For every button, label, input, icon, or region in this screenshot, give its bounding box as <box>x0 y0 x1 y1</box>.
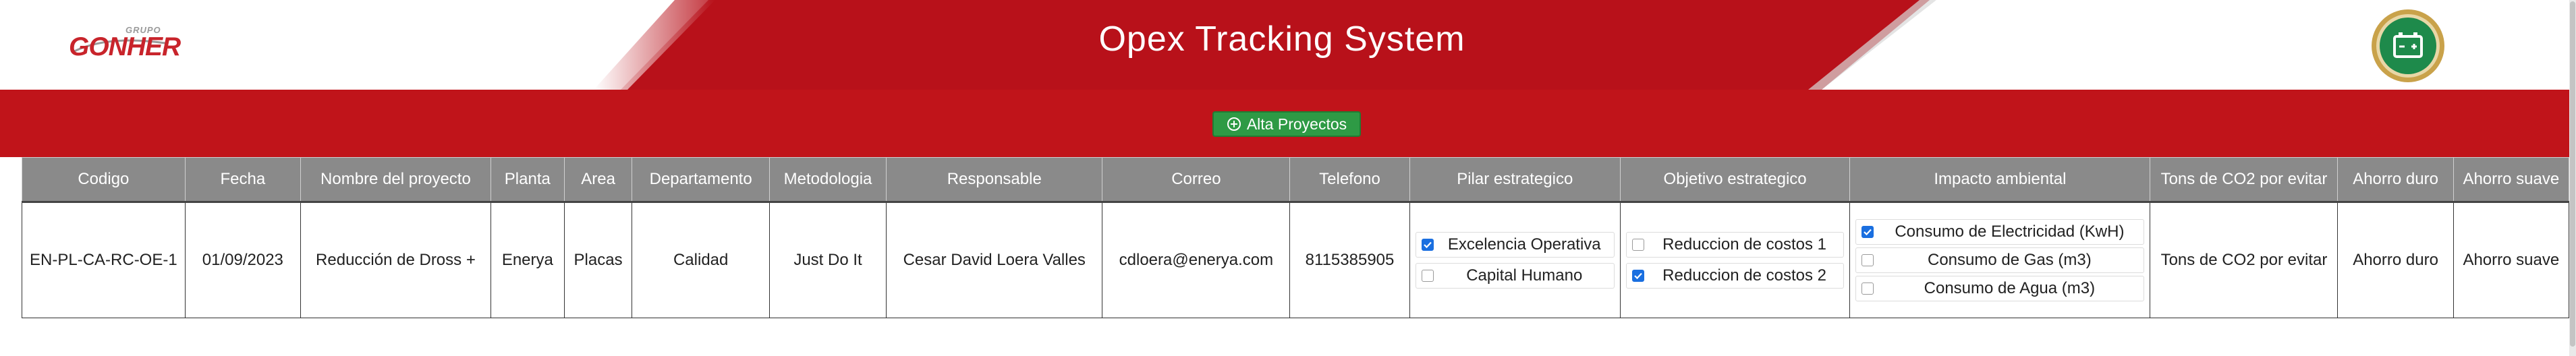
cell-codigo: EN-PL-CA-RC-OE-1 <box>22 202 186 318</box>
column-header[interactable]: Planta <box>490 157 565 203</box>
pilar-option: Excelencia Operativa <box>1415 232 1615 258</box>
column-header[interactable]: Area <box>563 157 633 203</box>
checkbox[interactable] <box>1421 270 1434 282</box>
column-header[interactable]: Metodologia <box>768 157 887 203</box>
column-header[interactable]: Fecha <box>184 157 301 203</box>
column-header[interactable]: Departamento <box>632 157 770 203</box>
cell-fecha: 01/09/2023 <box>184 202 301 318</box>
column-header[interactable]: Tons de CO2 por evitar <box>2150 157 2339 203</box>
cell-metodologia: Just Do It <box>768 202 887 318</box>
objetivo-checklist: Reduccion de costos 1 Reduccion de costo… <box>1625 232 1845 289</box>
checkbox[interactable] <box>1861 254 1874 266</box>
pilar-option: Capital Humano <box>1415 263 1615 289</box>
objetivo-option: Reduccion de costos 2 <box>1625 263 1845 289</box>
impacto-option: Consumo de Gas (m3) <box>1855 247 2145 273</box>
option-label: Consumo de Gas (m3) <box>1928 251 2092 269</box>
add-project-label: Alta Proyectos <box>1246 115 1347 133</box>
cell-objetivo-estrategico: Reduccion de costos 1 Reduccion de costo… <box>1619 202 1851 318</box>
cell-pilar-estrategico: Excelencia Operativa Capital Humano <box>1409 202 1621 318</box>
cell-telefono: 8115385905 <box>1289 202 1410 318</box>
checkbox[interactable] <box>1631 239 1644 251</box>
gonher-logo: GRUPO GONHER <box>65 23 181 70</box>
projects-table: Codigo Fecha Nombre del proyecto Planta … <box>22 157 2570 318</box>
checkbox-checked[interactable] <box>1861 226 1874 238</box>
cell-responsable: Cesar David Loera Valles <box>886 202 1103 318</box>
checkbox-checked[interactable] <box>1421 239 1434 251</box>
checkmark-icon <box>1634 272 1642 280</box>
column-header[interactable]: Ahorro suave <box>2453 157 2570 203</box>
option-label: Excelencia Operativa <box>1447 235 1601 254</box>
cell-area: Placas <box>563 202 633 318</box>
option-label: Consumo de Agua (m3) <box>1924 279 2096 297</box>
objetivo-option: Reduccion de costos 1 <box>1625 232 1845 258</box>
column-header[interactable]: Responsable <box>886 157 1103 203</box>
checkmark-icon <box>1864 229 1872 236</box>
impacto-option: Consumo de Agua (m3) <box>1855 276 2145 301</box>
page-scrollbar-thumb[interactable] <box>2570 1 2575 347</box>
impacto-checklist: Consumo de Electricidad (KwH) Consumo de… <box>1855 219 2145 301</box>
option-label: Capital Humano <box>1466 266 1583 285</box>
column-header[interactable]: Objetivo estrategico <box>1619 157 1851 203</box>
column-header[interactable]: Impacto ambiental <box>1849 157 2151 203</box>
checkbox[interactable] <box>1861 283 1874 295</box>
battery-badge-icon[interactable] <box>2370 8 2446 84</box>
option-label: Reduccion de costos 1 <box>1662 235 1826 254</box>
cell-tons-co2: Tons de CO2 por evitar <box>2150 202 2339 318</box>
cell-departamento: Calidad <box>632 202 770 318</box>
cell-planta: Enerya <box>490 202 565 318</box>
cell-nombre-proyecto: Reducción de Dross + <box>300 202 491 318</box>
app-header: GRUPO GONHER Opex Tracking System <box>0 0 2576 90</box>
cell-ahorro-duro: Ahorro duro <box>2337 202 2454 318</box>
column-header[interactable]: Ahorro duro <box>2337 157 2454 203</box>
add-project-button[interactable]: Alta Proyectos <box>1212 111 1361 137</box>
column-header[interactable]: Correo <box>1102 157 1291 203</box>
table-header-row: Codigo Fecha Nombre del proyecto Planta … <box>22 157 2570 203</box>
checkbox-checked[interactable] <box>1631 270 1644 282</box>
page-title: Opex Tracking System <box>1098 20 1465 59</box>
logo-main-text: GONHER <box>69 32 181 61</box>
checkmark-icon <box>1423 241 1432 249</box>
column-header[interactable]: Nombre del proyecto <box>300 157 491 203</box>
pilar-checklist: Excelencia Operativa Capital Humano <box>1415 232 1615 289</box>
toolbar: Alta Proyectos <box>0 90 2576 157</box>
option-label: Reduccion de costos 2 <box>1662 266 1826 285</box>
cell-ahorro-suave: Ahorro suave <box>2453 202 2570 318</box>
cell-correo: cdloera@enerya.com <box>1102 202 1291 318</box>
option-label: Consumo de Electricidad (KwH) <box>1895 222 2125 241</box>
impacto-option: Consumo de Electricidad (KwH) <box>1855 219 2145 245</box>
column-header[interactable]: Pilar estrategico <box>1409 157 1621 203</box>
column-header[interactable]: Codigo <box>22 157 186 203</box>
table-row[interactable]: EN-PL-CA-RC-OE-1 01/09/2023 Reducción de… <box>22 202 2570 318</box>
plus-circle-icon <box>1227 117 1241 131</box>
cell-impacto-ambiental: Consumo de Electricidad (KwH) Consumo de… <box>1849 202 2151 318</box>
column-header[interactable]: Telefono <box>1289 157 1410 203</box>
